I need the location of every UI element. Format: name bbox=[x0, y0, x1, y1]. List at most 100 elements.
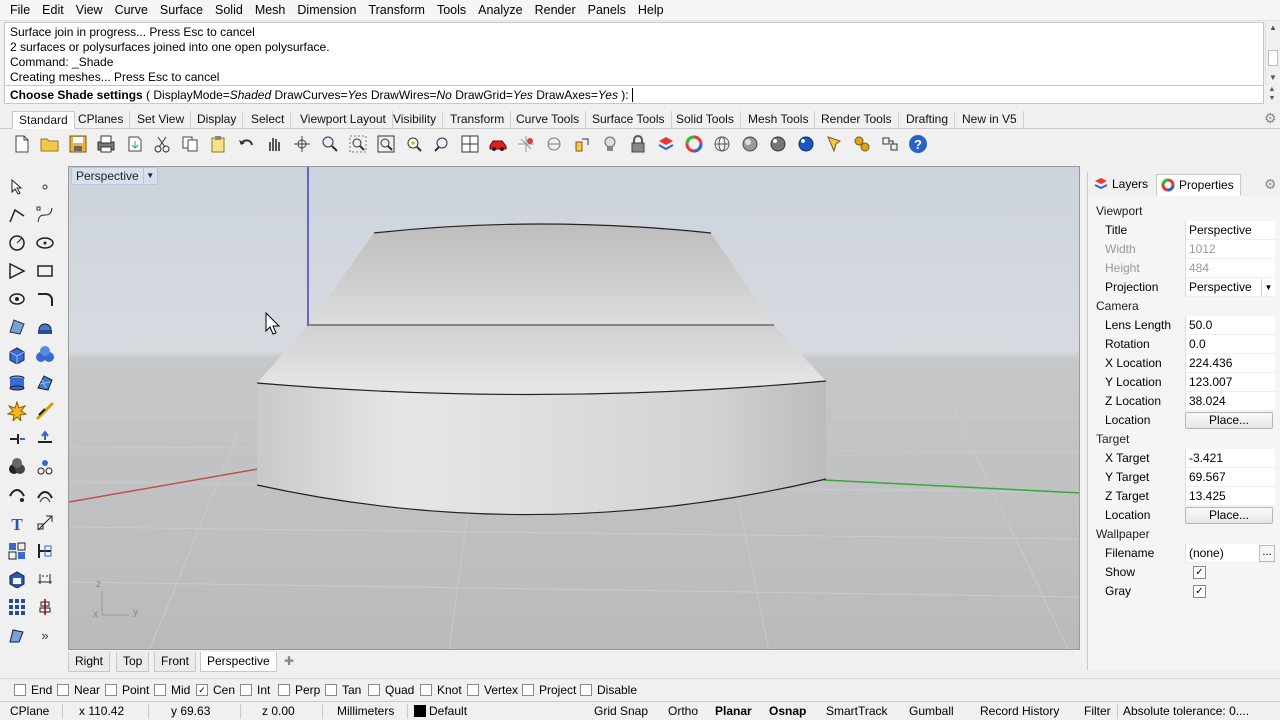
option-displaymode[interactable]: DisplayMode=Shaded bbox=[153, 88, 271, 102]
browse-button[interactable]: ... bbox=[1259, 545, 1275, 562]
lens-length-field[interactable]: 50.0 bbox=[1185, 316, 1275, 335]
option-drawcurves[interactable]: DrawCurves=Yes bbox=[271, 88, 367, 102]
gumball-toggle[interactable]: Gumball bbox=[909, 702, 954, 720]
menu-mesh[interactable]: Mesh bbox=[249, 0, 292, 21]
select-arrow-icon[interactable] bbox=[6, 176, 28, 198]
tab-properties[interactable]: Properties bbox=[1156, 174, 1241, 196]
patch-icon[interactable] bbox=[34, 372, 56, 394]
menu-dimension[interactable]: Dimension bbox=[291, 0, 362, 21]
save-icon[interactable] bbox=[67, 133, 89, 155]
arc-icon[interactable] bbox=[6, 260, 28, 282]
tab-mesh-tools[interactable]: Mesh Tools bbox=[742, 111, 816, 129]
command-scrollbar[interactable]: ▲ ▼ bbox=[1265, 85, 1279, 104]
more-icon[interactable]: » bbox=[34, 624, 56, 646]
tab-front[interactable]: Front bbox=[154, 652, 197, 672]
curve-icon[interactable] bbox=[34, 204, 56, 226]
lightbulb-icon[interactable] bbox=[599, 133, 621, 155]
circle-icon[interactable] bbox=[6, 232, 28, 254]
perspective-viewport[interactable]: Perspective ▼ z y x bbox=[68, 166, 1080, 650]
array-icon[interactable] bbox=[34, 456, 56, 478]
osnap-vertex[interactable]: Vertex bbox=[467, 682, 518, 698]
undo-icon[interactable] bbox=[235, 133, 257, 155]
rendered-sphere-icon[interactable] bbox=[767, 133, 789, 155]
align-icon[interactable] bbox=[34, 596, 56, 618]
checkbox[interactable] bbox=[154, 684, 166, 696]
grid-snap-toggle[interactable]: Grid Snap bbox=[594, 702, 648, 720]
title-field[interactable]: Perspective bbox=[1185, 221, 1275, 240]
tab-cplanes[interactable]: CPlanes bbox=[72, 111, 131, 129]
tab-viewport-layout[interactable]: Viewport Layout bbox=[294, 111, 393, 129]
menu-curve[interactable]: Curve bbox=[109, 0, 154, 21]
scroll-thumb[interactable] bbox=[1268, 50, 1278, 66]
cplane-icon[interactable] bbox=[543, 133, 565, 155]
shaded-sphere-icon[interactable] bbox=[739, 133, 761, 155]
y-target-field[interactable]: 69.567 bbox=[1185, 468, 1275, 487]
boolean-icon[interactable] bbox=[6, 456, 28, 478]
osnap-cen[interactable]: ✓ Cen bbox=[196, 682, 235, 698]
scroll-up-icon[interactable]: ▲ bbox=[1265, 85, 1279, 94]
osnap-knot[interactable]: Knot bbox=[420, 682, 462, 698]
current-layer[interactable]: Default bbox=[414, 702, 467, 720]
checkbox[interactable] bbox=[14, 684, 26, 696]
cplane-indicator[interactable]: CPlane bbox=[10, 702, 49, 720]
zoom-selected-icon[interactable] bbox=[403, 133, 425, 155]
curve-pen-icon[interactable] bbox=[6, 624, 28, 646]
filter-toggle[interactable]: Filter bbox=[1084, 702, 1111, 720]
gear-icon[interactable]: ⚙ bbox=[1264, 110, 1277, 127]
menu-surface[interactable]: Surface bbox=[154, 0, 209, 21]
tab-right[interactable]: Right bbox=[68, 652, 111, 672]
gear-icon[interactable]: ⚙ bbox=[1264, 176, 1277, 193]
color-wheel-icon[interactable] bbox=[683, 133, 705, 155]
checkbox[interactable] bbox=[105, 684, 117, 696]
polygon-icon[interactable] bbox=[6, 288, 28, 310]
osnap-toggle[interactable]: Osnap bbox=[769, 702, 806, 720]
scroll-down-icon[interactable]: ▼ bbox=[1266, 72, 1280, 84]
chevron-down-icon[interactable]: ▼ bbox=[1261, 279, 1275, 296]
zoom-icon[interactable] bbox=[319, 133, 341, 155]
add-viewport-icon[interactable]: ✚ bbox=[278, 652, 300, 672]
settings-gear-icon[interactable] bbox=[851, 133, 873, 155]
history-scrollbar[interactable]: ▲ ▼ bbox=[1265, 22, 1279, 85]
tab-curve-tools[interactable]: Curve Tools bbox=[510, 111, 587, 129]
option-drawaxes[interactable]: DrawAxes=Yes bbox=[533, 88, 618, 102]
z-target-field[interactable]: 13.425 bbox=[1185, 487, 1275, 506]
text-icon[interactable]: T bbox=[6, 512, 28, 534]
osnap-tan[interactable]: Tan bbox=[325, 682, 361, 698]
open-folder-icon[interactable] bbox=[39, 133, 61, 155]
tab-new-in-v5[interactable]: New in V5 bbox=[956, 111, 1024, 129]
checkbox[interactable] bbox=[522, 684, 534, 696]
command-line[interactable]: Choose Shade settings ( DisplayMode=Shad… bbox=[4, 85, 1264, 104]
menu-file[interactable]: File bbox=[4, 0, 36, 21]
grid-array-icon[interactable] bbox=[6, 540, 28, 562]
tab-set-view[interactable]: Set View bbox=[131, 111, 192, 129]
curve-network-icon[interactable] bbox=[6, 484, 28, 506]
options-icon[interactable] bbox=[879, 133, 901, 155]
layer-icon[interactable] bbox=[655, 133, 677, 155]
osnap-point[interactable]: Point bbox=[105, 682, 149, 698]
viewport-title[interactable]: Perspective ▼ bbox=[71, 167, 158, 185]
paste-icon[interactable] bbox=[207, 133, 229, 155]
block-icon[interactable] bbox=[6, 568, 28, 590]
sphere-icon[interactable] bbox=[34, 344, 56, 366]
camera-place-button[interactable]: Place... bbox=[1185, 412, 1273, 429]
menu-analyze[interactable]: Analyze bbox=[472, 0, 528, 21]
x-location-field[interactable]: 224.436 bbox=[1185, 354, 1275, 373]
osnap-near[interactable]: Near bbox=[57, 682, 100, 698]
box-icon[interactable] bbox=[6, 344, 28, 366]
grid-icon[interactable] bbox=[515, 133, 537, 155]
osnap-mid[interactable]: Mid bbox=[154, 682, 190, 698]
menu-tools[interactable]: Tools bbox=[431, 0, 472, 21]
move-icon[interactable] bbox=[6, 428, 28, 450]
blue-sphere-icon[interactable] bbox=[795, 133, 817, 155]
ellipse-icon[interactable] bbox=[34, 232, 56, 254]
dimension-icon[interactable] bbox=[34, 512, 56, 534]
menu-panels[interactable]: Panels bbox=[582, 0, 632, 21]
osnap-disable[interactable]: Disable bbox=[580, 682, 637, 698]
tab-top[interactable]: Top bbox=[116, 652, 150, 672]
checkbox[interactable] bbox=[278, 684, 290, 696]
mirror-icon[interactable] bbox=[34, 428, 56, 450]
pan-icon[interactable] bbox=[263, 133, 285, 155]
osnap-perp[interactable]: Perp bbox=[278, 682, 320, 698]
offset-icon[interactable] bbox=[34, 484, 56, 506]
y-location-field[interactable]: 123.007 bbox=[1185, 373, 1275, 392]
